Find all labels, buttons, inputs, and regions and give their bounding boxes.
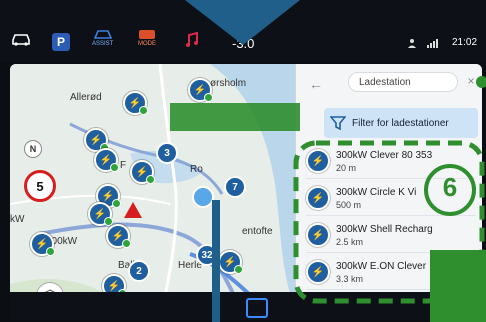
- charging-station-icon: ⚡: [306, 223, 330, 247]
- charging-station-icon: ⚡: [306, 186, 330, 210]
- step-number: 6: [442, 172, 458, 202]
- charging-station-marker[interactable]: ⚡: [218, 250, 243, 274]
- speed-limit-value: 5: [36, 178, 44, 194]
- cluster-badge[interactable]: 3: [156, 142, 178, 164]
- charging-station-icon: ⚡: [306, 260, 330, 284]
- temperature-value: -3.0: [232, 36, 255, 51]
- assist-button[interactable]: ASSIST: [92, 28, 113, 47]
- music-note-icon: [186, 32, 198, 47]
- current-position-icon: [192, 186, 214, 208]
- warning-icon: [124, 202, 142, 218]
- assist-label: ASSIST: [92, 41, 114, 47]
- music-button[interactable]: [184, 32, 200, 48]
- parking-button[interactable]: P: [52, 33, 70, 51]
- charging-station-marker[interactable]: ⚡: [88, 202, 113, 226]
- charging-station-marker[interactable]: ⚡: [106, 224, 131, 248]
- charging-station-marker[interactable]: ⚡: [123, 91, 148, 115]
- result-distance: 500 m: [336, 199, 362, 210]
- car-icon[interactable]: [10, 32, 32, 46]
- filter-icon: [330, 116, 346, 131]
- charging-station-marker[interactable]: ⚡: [94, 148, 119, 172]
- cluster-badge[interactable]: 2: [128, 260, 150, 282]
- mode-button[interactable]: MODE: [137, 28, 157, 47]
- home-button[interactable]: [246, 298, 268, 318]
- charging-station-marker[interactable]: ⚡: [30, 232, 55, 256]
- place-label: entofte: [242, 226, 273, 237]
- search-field[interactable]: Ladestation: [348, 72, 458, 92]
- result-distance: 2.5 km: [336, 236, 364, 247]
- filter-label: Filter for ladestationer: [352, 117, 449, 129]
- result-title: 300kW Clever 80 353: [336, 149, 433, 161]
- mode-label: MODE: [138, 41, 156, 47]
- cluster-badge[interactable]: 7: [224, 176, 246, 198]
- filter-charging-stations-button[interactable]: Filter for ladestationer: [324, 108, 478, 138]
- charging-station-marker[interactable]: ⚡: [188, 78, 213, 102]
- place-label: kW: [10, 214, 25, 225]
- result-distance: 20 m: [336, 162, 357, 173]
- place-label: Allerød: [70, 92, 102, 103]
- navigation-screen: Allerød ørsholm F 300kW Ball Herle entof…: [10, 64, 482, 320]
- search-query: Ladestation: [359, 76, 411, 88]
- profile-icon[interactable]: [407, 38, 417, 48]
- charging-station-icon: ⚡: [306, 149, 330, 173]
- result-title: 300kW Circle K Vi: [336, 186, 417, 198]
- bottom-bar: [10, 292, 482, 320]
- car-infotainment-screen: P ASSIST MODE -3.0 21:02 Allerød ørsholm…: [0, 0, 486, 322]
- clock: 21:02: [452, 37, 477, 48]
- signal-icon: [427, 38, 443, 48]
- charging-station-marker[interactable]: ⚡: [130, 160, 155, 184]
- place-label: ørsholm: [210, 78, 247, 89]
- result-title: 300kW Shell Recharg: [336, 223, 433, 235]
- result-item[interactable]: ⚡ 300kW Shell Recharg 2.5 km: [306, 218, 476, 253]
- place-label: Ro: [190, 164, 203, 175]
- clock-time: 21:02: [452, 37, 478, 48]
- top-status-bar: P ASSIST MODE -3.0 21:02: [0, 0, 486, 62]
- place-label: F: [120, 160, 127, 171]
- compass-button[interactable]: N: [24, 140, 42, 158]
- cluster-badge[interactable]: 32: [196, 244, 218, 266]
- mode-icon: [139, 30, 155, 39]
- result-title: 300kW E.ON Clever: [336, 260, 427, 272]
- parking-label: P: [52, 33, 70, 51]
- assist-icon: [93, 30, 112, 39]
- compass-label: N: [29, 144, 37, 154]
- result-distance: 3.3 km: [336, 273, 364, 284]
- temperature-readout: -3.0: [232, 36, 254, 51]
- clear-search-icon[interactable]: ×: [464, 74, 478, 88]
- map-view[interactable]: Allerød ørsholm F 300kW Ball Herle entof…: [10, 64, 300, 320]
- back-arrow-icon[interactable]: ←: [306, 74, 326, 94]
- result-item[interactable]: ⚡ 300kW E.ON Clever 3.3 km: [306, 255, 476, 290]
- speed-limit-sign: 5: [24, 170, 56, 202]
